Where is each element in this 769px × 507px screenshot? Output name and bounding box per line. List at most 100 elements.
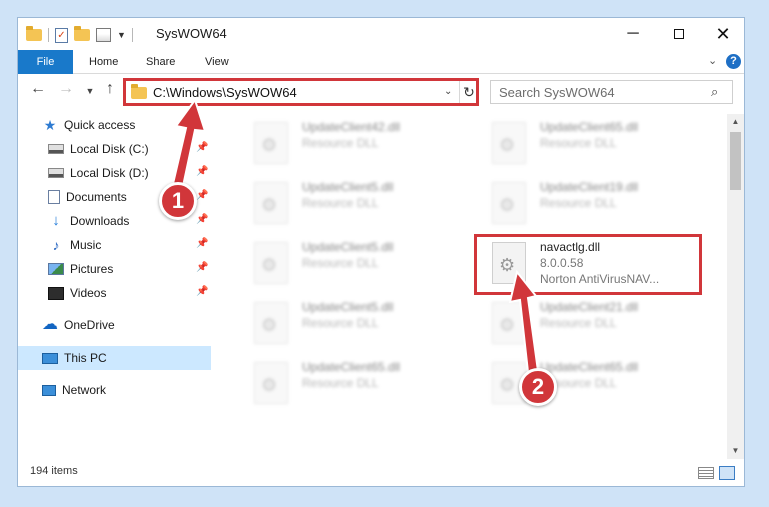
pin-icon[interactable]: 📌 xyxy=(196,166,208,177)
dll-file-icon xyxy=(492,122,526,164)
tab-home[interactable]: Home xyxy=(89,50,118,74)
file-description: Resource DLL xyxy=(540,316,617,330)
tab-view[interactable]: View xyxy=(205,50,229,74)
sidebar-item-onedrive[interactable]: ☁ OneDrive xyxy=(42,314,115,336)
navigation-pane: ★ Quick access Local Disk (C:) 📌 Local D… xyxy=(18,114,211,454)
sidebar-item-label: Pictures xyxy=(70,262,114,276)
network-icon xyxy=(42,384,56,396)
disk-icon xyxy=(48,144,64,154)
file-name: UpdateClient42.dll xyxy=(302,120,401,134)
expand-ribbon-icon[interactable]: ⌄ xyxy=(708,54,717,67)
file-item[interactable]: UpdateClient5.dll Resource DLL xyxy=(246,238,466,294)
sidebar-item-label: Videos xyxy=(70,286,107,300)
sidebar-item-label: Music xyxy=(70,238,102,252)
videos-icon xyxy=(48,286,64,300)
star-icon: ★ xyxy=(43,117,57,133)
file-description: Resource DLL xyxy=(302,196,379,210)
sidebar-item-music[interactable]: ♪ Music xyxy=(48,234,102,256)
folder-icon xyxy=(131,84,147,99)
divider xyxy=(48,28,49,42)
pin-icon[interactable]: 📌 xyxy=(196,238,208,249)
disk-icon xyxy=(48,168,64,178)
pin-icon[interactable]: 📌 xyxy=(196,190,208,201)
file-description: Resource DLL xyxy=(540,136,617,150)
refresh-button[interactable]: ↻ xyxy=(459,80,478,104)
forward-button[interactable]: → xyxy=(56,80,76,98)
address-bar[interactable]: C:\Windows\SysWOW64 ⌄ ↻ xyxy=(124,79,478,105)
tab-file[interactable]: File xyxy=(18,50,73,74)
folder-icon xyxy=(26,26,42,41)
step-badge-1: 1 xyxy=(159,182,197,220)
sidebar-item-label: Downloads xyxy=(70,214,130,228)
file-name: UpdateClient5.dll xyxy=(302,240,394,254)
title-bar: ✓ ▼ SysWOW64 ─ ✕ xyxy=(18,18,744,50)
back-button[interactable]: ← xyxy=(28,80,48,98)
dll-file-icon xyxy=(492,302,526,344)
sidebar-item-pictures[interactable]: Pictures xyxy=(48,258,113,280)
sidebar-item-downloads[interactable]: ↓ Downloads xyxy=(48,210,129,232)
file-name: navactlg.dll xyxy=(540,240,601,254)
help-icon[interactable]: ? xyxy=(726,54,741,69)
search-icon: ⌕ xyxy=(711,84,719,99)
sidebar-item-local-disk-c[interactable]: Local Disk (C:) xyxy=(48,138,149,160)
customize-qat-icon[interactable]: ▼ xyxy=(117,30,126,40)
dll-file-icon xyxy=(254,362,288,404)
step-badge-2: 2 xyxy=(519,368,557,406)
file-item[interactable]: UpdateClient5.dll Resource DLL xyxy=(246,298,466,354)
pin-icon[interactable]: 📌 xyxy=(196,142,208,153)
sidebar-item-label: Local Disk (C:) xyxy=(70,142,149,156)
scroll-down-icon[interactable]: ▼ xyxy=(727,443,744,459)
dll-file-icon xyxy=(254,182,288,224)
address-path[interactable]: C:\Windows\SysWOW64 xyxy=(153,85,297,100)
file-item-navactlg[interactable]: navactlg.dll 8.0.0.58 Norton AntiVirusNA… xyxy=(484,238,704,294)
file-name: UpdateClient5.dll xyxy=(302,300,394,314)
sidebar-item-videos[interactable]: Videos xyxy=(48,282,106,304)
sidebar-item-label: OneDrive xyxy=(64,318,115,332)
item-count: 194 items xyxy=(30,465,78,477)
sidebar-item-quick-access[interactable]: ★ Quick access xyxy=(42,114,136,136)
close-button[interactable]: ✕ xyxy=(700,18,744,50)
dll-file-icon xyxy=(254,122,288,164)
properties-icon[interactable] xyxy=(96,28,111,42)
properties-check-icon[interactable]: ✓ xyxy=(55,27,68,43)
file-company: Norton AntiVirusNAV... xyxy=(540,272,660,286)
downloads-icon: ↓ xyxy=(52,212,60,229)
recent-locations-button[interactable]: ▼ xyxy=(80,86,100,96)
scroll-thumb[interactable] xyxy=(730,132,741,190)
sidebar-item-local-disk-d[interactable]: Local Disk (D:) xyxy=(48,162,149,184)
sidebar-item-this-pc[interactable]: This PC xyxy=(42,347,107,369)
tab-share[interactable]: Share xyxy=(146,50,175,74)
file-item[interactable]: UpdateClient65.dll Resource DLL xyxy=(484,118,704,174)
search-input[interactable]: Search SysWOW64 ⌕ xyxy=(490,80,733,104)
chevron-down-icon[interactable]: ⌄ xyxy=(444,86,452,97)
up-button[interactable]: ↑ xyxy=(100,80,120,98)
pin-icon[interactable]: 📌 xyxy=(196,262,208,273)
pin-icon[interactable]: 📌 xyxy=(196,214,208,225)
file-name: UpdateClient21.dll xyxy=(540,300,639,314)
maximize-icon xyxy=(674,28,684,39)
pin-icon[interactable]: 📌 xyxy=(196,286,208,297)
file-version: 8.0.0.58 xyxy=(540,256,584,270)
dll-file-icon xyxy=(492,182,526,224)
search-placeholder: Search SysWOW64 xyxy=(499,85,615,100)
file-item[interactable]: UpdateClient21.dll Resource DLL xyxy=(484,298,704,354)
file-item[interactable]: UpdateClient42.dll Resource DLL xyxy=(246,118,466,174)
file-item[interactable]: UpdateClient5.dll Resource DLL xyxy=(246,178,466,234)
scroll-up-icon[interactable]: ▲ xyxy=(727,114,744,130)
large-icons-view-icon[interactable] xyxy=(719,466,735,480)
file-item[interactable]: UpdateClient19.dll Resource DLL xyxy=(484,178,704,234)
status-bar: 194 items xyxy=(18,459,744,486)
file-item[interactable]: UpdateClient65.dll Resource DLL xyxy=(246,358,466,414)
new-folder-icon[interactable] xyxy=(74,26,90,41)
divider xyxy=(131,28,133,42)
maximize-button[interactable] xyxy=(656,18,702,50)
ribbon: File Home Share View ⌄ ? xyxy=(18,50,744,74)
details-view-icon[interactable] xyxy=(698,467,714,479)
music-icon: ♪ xyxy=(52,237,60,253)
vertical-scrollbar[interactable]: ▲ ▼ xyxy=(727,114,744,459)
sidebar-item-documents[interactable]: Documents xyxy=(48,186,127,208)
sidebar-item-network[interactable]: Network xyxy=(42,379,106,401)
minimize-button[interactable]: ─ xyxy=(610,18,656,50)
file-name: UpdateClient5.dll xyxy=(302,180,394,194)
file-item[interactable]: UpdateClient65.dll Resource DLL xyxy=(484,358,704,414)
